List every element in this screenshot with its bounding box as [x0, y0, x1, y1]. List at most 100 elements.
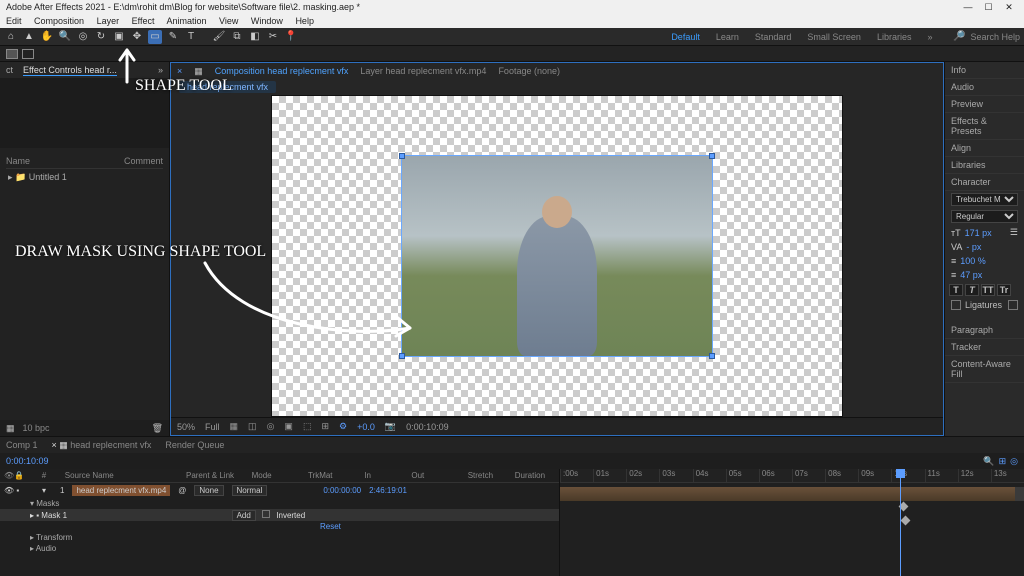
canvas[interactable]: [272, 96, 842, 416]
tab-footage[interactable]: Footage (none): [498, 66, 560, 76]
tab-composition[interactable]: Composition head replecment vfx: [215, 66, 349, 76]
ligatures-checkbox[interactable]: [951, 300, 961, 310]
search-icon[interactable]: 🔎: [952, 30, 966, 44]
layer-transform[interactable]: ▸ Transform: [0, 532, 559, 543]
playhead[interactable]: [900, 469, 901, 576]
time-ruler[interactable]: :00s 01s 02s 03s 04s 05s 06s 07s 08s 09s…: [560, 469, 1024, 483]
footage-layer[interactable]: [402, 156, 712, 356]
exposure[interactable]: ⚙: [339, 421, 347, 432]
font-family[interactable]: Trebuchet MS: [951, 193, 1018, 206]
mask-handle[interactable]: [709, 353, 715, 359]
smallcaps-button[interactable]: Tr: [997, 284, 1011, 296]
menu-window[interactable]: Window: [251, 16, 283, 26]
tab-comp1[interactable]: Comp 1: [6, 440, 38, 450]
menu-effect[interactable]: Effect: [132, 16, 155, 26]
tl-search-icon[interactable]: 🔍: [983, 456, 994, 467]
parent-select[interactable]: None: [194, 485, 223, 496]
mask-handle[interactable]: [709, 153, 715, 159]
mask-mode[interactable]: Add: [232, 510, 256, 521]
vf-icon[interactable]: ⊞: [321, 421, 329, 432]
menu-layer[interactable]: Layer: [97, 16, 120, 26]
panel-effects-presets[interactable]: Effects & Presets: [945, 113, 1024, 140]
pen-tool-icon[interactable]: ✎: [166, 30, 180, 44]
panel-info[interactable]: Info: [945, 62, 1024, 79]
workspace-default[interactable]: Default: [671, 32, 700, 42]
layer-name[interactable]: head replecment vfx.mp4: [72, 485, 170, 496]
menu-help[interactable]: Help: [295, 16, 314, 26]
puppet-tool-icon[interactable]: 📍: [284, 30, 298, 44]
clone-tool-icon[interactable]: ⧉: [230, 30, 244, 44]
maximize-button[interactable]: ☐: [979, 0, 997, 14]
caps-button[interactable]: TT: [981, 284, 995, 296]
proj-trash-icon[interactable]: 🗑: [152, 423, 163, 434]
viewer-time[interactable]: 0:00:10:09: [406, 422, 449, 432]
viewer[interactable]: [171, 95, 943, 417]
roto-tool-icon[interactable]: ✂: [266, 30, 280, 44]
shape-tool-icon[interactable]: ▭: [148, 30, 162, 44]
tl-opt-icon[interactable]: ◎: [1010, 456, 1018, 467]
panel-align[interactable]: Align: [945, 140, 1024, 157]
layer-masks-group[interactable]: ▾ Masks: [0, 498, 559, 509]
keyframe-icon[interactable]: [901, 516, 911, 526]
current-time[interactable]: 0:00:10:09: [6, 456, 49, 466]
brush-tool-icon[interactable]: 🖌: [212, 30, 226, 44]
tl-opt-icon[interactable]: ⊞: [999, 456, 1007, 467]
fill-swatch[interactable]: [6, 49, 18, 59]
vf-icon[interactable]: ▣: [284, 421, 293, 432]
home-icon[interactable]: ⌂: [4, 30, 18, 44]
tab-project[interactable]: ct: [6, 65, 13, 75]
proj-footer-icon[interactable]: ▦: [6, 423, 15, 434]
snapshot-icon[interactable]: 📷: [385, 421, 396, 432]
vf-icon[interactable]: ◎: [267, 421, 275, 432]
menu-animation[interactable]: Animation: [166, 16, 206, 26]
workspace-standard[interactable]: Standard: [755, 32, 792, 42]
vf-icon[interactable]: ⬚: [303, 421, 312, 432]
pickwhip-icon[interactable]: @: [178, 486, 186, 495]
timeline-tracks[interactable]: :00s 01s 02s 03s 04s 05s 06s 07s 08s 09s…: [560, 469, 1024, 576]
layer-mask1[interactable]: ▸ ▪ Mask 1 Add Inverted: [0, 509, 559, 521]
mask-inverted-checkbox[interactable]: [262, 510, 270, 518]
vf-icon[interactable]: ▦: [230, 421, 239, 432]
layer-out[interactable]: 2:46:19:01: [369, 486, 407, 495]
menu-view[interactable]: View: [219, 16, 238, 26]
layer-in[interactable]: 0:00:00:00: [323, 486, 361, 495]
mask-handle[interactable]: [399, 153, 405, 159]
type-tool-icon[interactable]: T: [184, 30, 198, 44]
zoom-tool-icon[interactable]: 🔍: [58, 30, 72, 44]
panel-audio[interactable]: Audio: [945, 79, 1024, 96]
orbit-tool-icon[interactable]: ◎: [76, 30, 90, 44]
stroke-swatch[interactable]: [22, 49, 34, 59]
layer-audio[interactable]: ▸ Audio: [0, 543, 559, 554]
mask-handle[interactable]: [399, 353, 405, 359]
vscale[interactable]: 100 %: [960, 256, 986, 266]
mode-select[interactable]: Normal: [232, 485, 268, 496]
clip-bar[interactable]: [560, 487, 1015, 501]
workspace-learn[interactable]: Learn: [716, 32, 739, 42]
italic-button[interactable]: T: [965, 284, 979, 296]
search-help[interactable]: Search Help: [970, 32, 1020, 42]
camera-tool-icon[interactable]: ▣: [112, 30, 126, 44]
layer-track[interactable]: [560, 487, 1024, 501]
layer-toggles[interactable]: 👁 ▪: [4, 486, 34, 495]
bold-button[interactable]: T: [949, 284, 963, 296]
tab-layer[interactable]: Layer head replecment vfx.mp4: [360, 66, 486, 76]
mask-reset[interactable]: Reset: [0, 521, 559, 532]
panel-content-aware[interactable]: Content-Aware Fill: [945, 356, 1024, 383]
tab-effect-controls[interactable]: Effect Controls head r...: [23, 65, 117, 76]
resolution[interactable]: Full: [205, 422, 220, 432]
rotate-tool-icon[interactable]: ↻: [94, 30, 108, 44]
tab-head-replecment[interactable]: × ▦ head replecment vfx: [52, 440, 152, 451]
panel-menu-icon[interactable]: »: [158, 65, 163, 75]
font-style[interactable]: Regular: [951, 210, 1018, 223]
vf-icon[interactable]: ◫: [248, 421, 257, 432]
selection-tool-icon[interactable]: ▲: [22, 30, 36, 44]
workspace-smallscreen[interactable]: Small Screen: [807, 32, 861, 42]
hscale[interactable]: 47 px: [960, 270, 982, 280]
zoom-level[interactable]: 50%: [177, 422, 195, 432]
tab-render-queue[interactable]: Render Queue: [165, 440, 224, 450]
panel-preview[interactable]: Preview: [945, 96, 1024, 113]
panel-libraries[interactable]: Libraries: [945, 157, 1024, 174]
menu-composition[interactable]: Composition: [34, 16, 84, 26]
eraser-tool-icon[interactable]: ◧: [248, 30, 262, 44]
hindi-checkbox[interactable]: [1008, 300, 1018, 310]
